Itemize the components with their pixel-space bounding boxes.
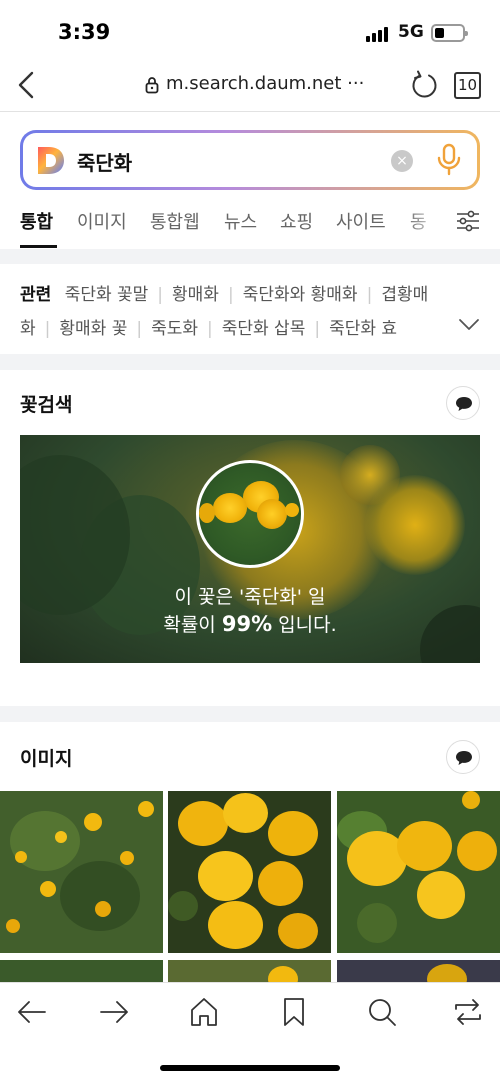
tab-count-button[interactable]: 10 (454, 72, 481, 99)
result-line-1: 이 꽃은 '죽단화' 일 (174, 586, 326, 608)
related-label: 관련 (20, 285, 52, 305)
arrow-right-icon[interactable] (98, 996, 130, 1028)
flower-search-result-card[interactable]: 이 꽃은 '죽단화' 일 확률이 99% 입니다. (20, 435, 480, 663)
tab-all[interactable]: 통합 (20, 208, 53, 234)
reload-icon[interactable] (409, 70, 439, 100)
lock-icon (145, 77, 159, 94)
battery-icon (431, 24, 468, 42)
result-line-2: 확률이 99% 입니다. (163, 612, 337, 636)
feedback-button[interactable] (446, 740, 480, 774)
search-tabs: 통합 이미지 통합웹 뉴스 쇼핑 사이트 동 (0, 200, 500, 249)
arrow-left-icon[interactable] (16, 996, 48, 1028)
flower-search-title: 꽃검색 (20, 394, 73, 416)
search-box[interactable]: 죽단화 × (20, 130, 480, 190)
related-item[interactable]: 죽단화 삽목 (222, 319, 306, 339)
tab-news[interactable]: 뉴스 (224, 208, 257, 234)
image-result-3[interactable] (337, 791, 500, 953)
chat-bubble-icon (456, 751, 472, 765)
related-item[interactable]: 죽단화와 황매화 (243, 285, 358, 305)
section-divider (0, 249, 500, 264)
url-text[interactable]: m.search.daum.net ··· (166, 73, 364, 94)
network-type: 5G (398, 22, 424, 42)
share-icon[interactable] (452, 996, 484, 1028)
identified-flower-thumbnail (196, 460, 304, 568)
related-item[interactable]: 죽도화 (151, 319, 198, 339)
image-result-1[interactable] (0, 791, 163, 953)
clear-icon[interactable]: × (391, 150, 413, 172)
search-query[interactable]: 죽단화 (77, 147, 132, 176)
related-item[interactable]: 죽단화 효 (329, 319, 397, 339)
filter-icon[interactable] (456, 210, 480, 232)
tab-images[interactable]: 이미지 (77, 208, 127, 234)
image-result-5[interactable] (168, 960, 331, 982)
related-searches: 관련 죽단화 꽃말 | 황매화 | 죽단화와 황매화 | 겹황매 화 | 황매화 꽃 | 죽도화 | 죽… (0, 264, 500, 354)
status-time: 3:39 (58, 20, 111, 44)
home-icon[interactable] (188, 996, 220, 1028)
mic-icon[interactable] (436, 143, 462, 177)
image-result-2[interactable] (168, 791, 331, 953)
section-divider (0, 354, 500, 370)
feedback-button[interactable] (446, 386, 480, 420)
section-divider (0, 706, 500, 722)
bookmark-icon[interactable] (278, 996, 310, 1028)
tab-web[interactable]: 통합웹 (150, 208, 200, 234)
related-item[interactable]: 황매화 꽃 (59, 319, 127, 339)
related-item[interactable]: 겹황매 (381, 285, 428, 305)
chat-bubble-icon (456, 397, 472, 411)
search-icon[interactable] (366, 996, 398, 1028)
home-indicator (160, 1065, 340, 1071)
tab-sites[interactable]: 사이트 (336, 208, 386, 234)
related-item[interactable]: 죽단화 꽃말 (65, 285, 149, 305)
image-result-4[interactable] (0, 960, 163, 982)
probability-value: 99% (221, 612, 273, 636)
signal-icon (366, 26, 392, 42)
daum-logo-icon (38, 147, 64, 174)
browser-url-bar: m.search.daum.net ··· 10 (0, 60, 500, 112)
status-bar: 3:39 5G (0, 0, 500, 60)
images-section-title: 이미지 (20, 748, 73, 770)
image-result-6[interactable] (337, 960, 500, 982)
tab-shopping[interactable]: 쇼핑 (280, 208, 313, 234)
related-item[interactable]: 황매화 (172, 285, 219, 305)
back-icon[interactable] (14, 70, 40, 100)
related-item[interactable]: 화 (20, 319, 36, 339)
active-tab-indicator (20, 245, 57, 248)
chevron-down-icon[interactable] (458, 316, 480, 332)
